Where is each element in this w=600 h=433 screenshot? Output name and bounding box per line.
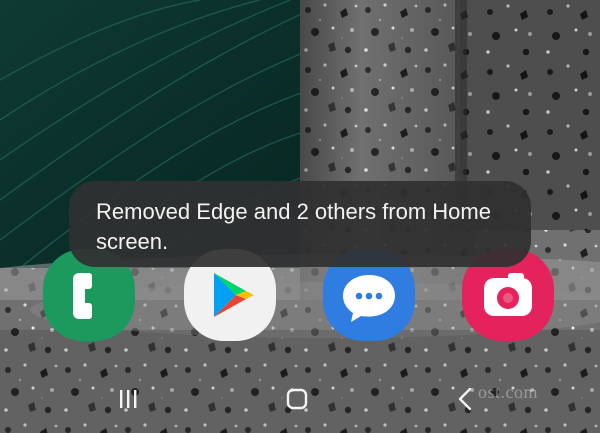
watermark: ost.com (478, 382, 538, 402)
toast-message: Removed Edge and 2 others from Home scre… (69, 181, 531, 267)
recent-apps-icon (120, 390, 137, 408)
home-icon (286, 388, 308, 410)
toast-text: Removed Edge and 2 others from Home scre… (96, 199, 491, 254)
home-button[interactable] (277, 384, 317, 412)
recent-apps-button[interactable] (108, 384, 148, 412)
